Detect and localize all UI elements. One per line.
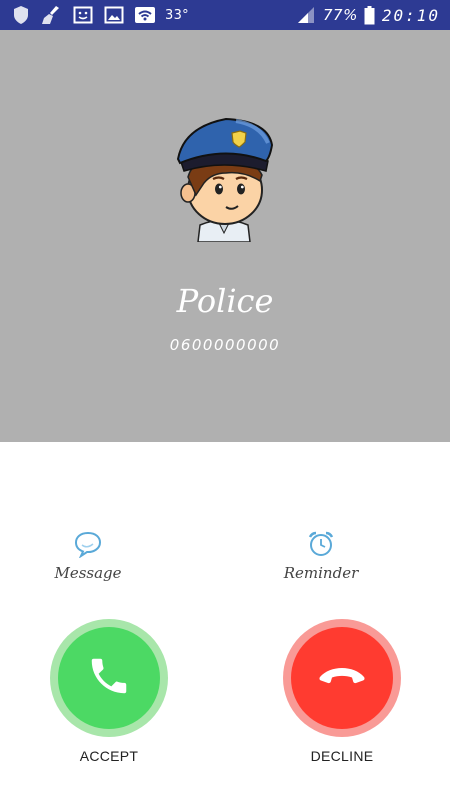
caller-name: Police [176,282,274,320]
shield-icon [10,5,32,25]
caller-number: 0600000000 [169,336,281,354]
battery-icon [364,5,376,25]
gallery-icon [103,5,125,25]
accept-button-inner [58,627,160,729]
accept-label: ACCEPT [79,748,139,764]
decline-button-inner [291,627,393,729]
alarm-clock-icon [306,530,336,558]
screenshot-icon [72,5,94,25]
status-bar: 33° 77% 20:10 [0,0,450,30]
wifi-icon [134,5,156,25]
accept-button[interactable] [50,619,168,737]
cleaner-icon [41,5,63,25]
message-action[interactable]: Message [28,530,148,582]
status-bar-right: 77% 20:10 [295,5,440,25]
message-label: Message [54,564,122,582]
reminder-action[interactable]: Reminder [261,530,381,582]
hang-up-icon [316,661,368,695]
caller-avatar [174,115,274,243]
battery-percent: 77% [322,6,358,24]
message-bubble-icon [73,530,103,559]
signal-icon [295,5,317,25]
status-bar-left: 33° [10,5,189,25]
temperature-text: 33° [165,7,189,23]
clock: 20:10 [381,5,440,25]
reminder-label: Reminder [283,564,359,582]
caller-panel: Police 0600000000 [0,30,450,442]
decline-button[interactable] [283,619,401,737]
phone-icon [86,653,132,703]
decline-label: DECLINE [310,748,374,764]
